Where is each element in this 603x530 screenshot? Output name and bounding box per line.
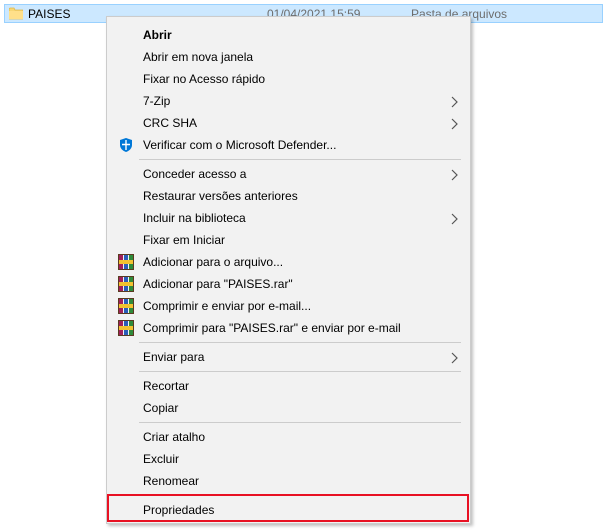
menu-item-recortar[interactable]: Recortar [110,375,467,397]
menu-item-criar-atalho[interactable]: Criar atalho [110,426,467,448]
menu-item-7zip[interactable]: 7-Zip [110,90,467,112]
menu-item-conceder-acesso[interactable]: Conceder acesso a [110,163,467,185]
menu-item-label: Adicionar para "PAISES.rar" [143,277,293,291]
chevron-right-icon [451,95,459,108]
menu-separator [139,371,461,372]
chevron-right-icon [451,168,459,181]
menu-item-renomear[interactable]: Renomear [110,470,467,492]
chevron-right-icon [451,212,459,225]
menu-item-comprimir-enviar-email[interactable]: Comprimir e enviar por e-mail... [110,295,467,317]
menu-item-label: Fixar no Acesso rápido [143,72,266,86]
menu-item-label: 7-Zip [143,94,171,108]
menu-item-label: Comprimir para "PAISES.rar" e enviar por… [143,321,401,335]
menu-item-label: CRC SHA [143,116,198,130]
menu-item-label: Incluir na biblioteca [143,211,246,225]
menu-item-label: Conceder acesso a [143,167,247,181]
menu-item-label: Verificar com o Microsoft Defender... [143,138,337,152]
menu-item-crc-sha[interactable]: CRC SHA [110,112,467,134]
menu-item-label: Abrir [143,28,172,42]
chevron-right-icon [451,117,459,130]
menu-separator [139,159,461,160]
menu-item-adicionar-arquivo[interactable]: Adicionar para o arquivo... [110,251,467,273]
context-menu: Abrir Abrir em nova janela Fixar no Aces… [106,16,471,524]
menu-item-label: Recortar [143,379,190,393]
defender-shield-icon [118,137,134,153]
menu-item-comprimir-paises-rar-email[interactable]: Comprimir para "PAISES.rar" e enviar por… [110,317,467,339]
menu-item-verificar-defender[interactable]: Verificar com o Microsoft Defender... [110,134,467,156]
folder-icon [8,7,24,20]
menu-item-excluir[interactable]: Excluir [110,448,467,470]
menu-item-restaurar-versoes[interactable]: Restaurar versões anteriores [110,185,467,207]
menu-item-label: Adicionar para o arquivo... [143,255,284,269]
menu-item-incluir-biblioteca[interactable]: Incluir na biblioteca [110,207,467,229]
menu-item-fixar-iniciar[interactable]: Fixar em Iniciar [110,229,467,251]
menu-item-fixar-acesso-rapido[interactable]: Fixar no Acesso rápido [110,68,467,90]
menu-item-label: Restaurar versões anteriores [143,189,298,203]
chevron-right-icon [451,351,459,364]
menu-item-label: Enviar para [143,350,205,364]
menu-item-adicionar-paises-rar[interactable]: Adicionar para "PAISES.rar" [110,273,467,295]
winrar-icon [118,276,134,292]
menu-item-label: Excluir [143,452,180,466]
menu-item-label: Fixar em Iniciar [143,233,226,247]
menu-item-label: Criar atalho [143,430,206,444]
winrar-icon [118,298,134,314]
winrar-icon [118,254,134,270]
menu-item-label: Copiar [143,401,179,415]
menu-separator [139,422,461,423]
menu-item-label: Comprimir e enviar por e-mail... [143,299,312,313]
menu-item-abrir[interactable]: Abrir [110,24,467,46]
menu-separator [139,342,461,343]
winrar-icon [118,320,134,336]
menu-item-abrir-nova-janela[interactable]: Abrir em nova janela [110,46,467,68]
menu-item-label: Abrir em nova janela [143,50,254,64]
highlight-box-propriedades [107,494,469,522]
explorer-window: PAISES 01/04/2021 15:59 Pasta de arquivo… [0,0,603,530]
file-name: PAISES [28,7,71,21]
menu-item-enviar-para[interactable]: Enviar para [110,346,467,368]
menu-item-label: Renomear [143,474,200,488]
menu-item-copiar[interactable]: Copiar [110,397,467,419]
